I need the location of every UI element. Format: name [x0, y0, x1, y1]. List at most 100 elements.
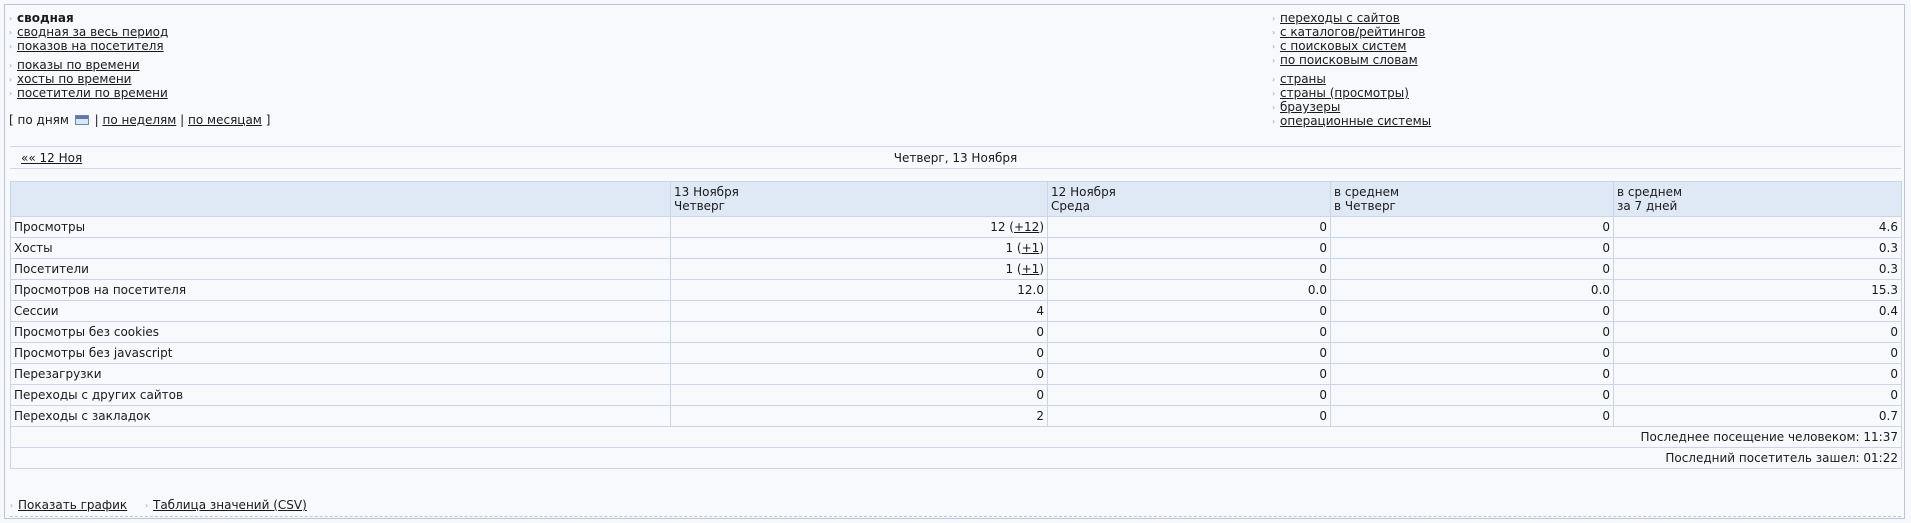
row-label: Хосты: [10, 237, 671, 259]
cell-value: 0: [1036, 367, 1044, 381]
column-header-line1: 13 Ноября: [674, 185, 739, 199]
menu-item-os[interactable]: › операционные системы: [1272, 114, 1431, 128]
cell-c3: 0: [1330, 384, 1614, 406]
table-row: Просмотров на посетителя 12.0 0.0 0.0 15.3: [10, 279, 1902, 301]
cell-today: 1 (+1): [670, 237, 1048, 259]
arrow-icon: ›: [9, 61, 13, 70]
cell-c3: 0: [1330, 405, 1614, 427]
cell-today: 2: [670, 405, 1048, 427]
date-nav: Четверг, 13 Ноября «« 12 Ноя: [10, 148, 1901, 168]
arrow-icon: ›: [9, 28, 13, 37]
arrow-icon: ›: [1272, 75, 1276, 84]
cell-c4: 4.6: [1613, 216, 1902, 238]
cell-c3: 0.0: [1330, 279, 1614, 301]
show-chart-link[interactable]: Показать график: [18, 498, 127, 512]
divider: [10, 168, 1901, 169]
cell-c3: 0: [1330, 300, 1614, 322]
arrow-icon: ›: [145, 501, 149, 510]
row-label: Посетители: [10, 258, 671, 280]
row-label: Переходы с закладок: [10, 405, 671, 427]
cell-value: 1: [1005, 241, 1014, 255]
cell-value: 0: [1036, 325, 1044, 339]
calendar-icon[interactable]: [74, 115, 89, 125]
arrow-icon: ›: [1272, 28, 1276, 37]
stats-table: 13 Ноября Четверг 12 Ноября Среда в среднем в…: [10, 181, 1902, 469]
menu-item-search-words[interactable]: › по поисковым словам: [1272, 53, 1431, 67]
arrow-icon: ›: [9, 75, 13, 84]
cell-c4: 0.3: [1613, 258, 1902, 280]
divider: [10, 146, 1901, 147]
menu-item-visitors-by-time[interactable]: › посетители по времени: [9, 86, 168, 100]
menu-item-summary[interactable]: › сводная: [9, 11, 168, 25]
dashed-divider: [10, 516, 1901, 517]
cell-c2: 0: [1047, 321, 1331, 343]
cell-c4: 0: [1613, 363, 1902, 385]
row-label: Просмотры без javascript: [10, 342, 671, 364]
csv-table-link[interactable]: Таблица значений (CSV): [153, 498, 307, 512]
cell-today: 4: [670, 300, 1048, 322]
cell-c2: 0: [1047, 237, 1331, 259]
cell-c2: 0: [1047, 342, 1331, 364]
cell-today: 12.0: [670, 279, 1048, 301]
row-label: Просмотры без cookies: [10, 321, 671, 343]
menu-item-search-engines[interactable]: › с поисковых систем: [1272, 39, 1431, 53]
column-header-line1: в среднем: [1334, 185, 1400, 199]
prev-day-link[interactable]: «« 12 Ноя: [21, 148, 82, 168]
cell-c3: 0: [1330, 237, 1614, 259]
column-header-line1: в среднем: [1617, 185, 1683, 199]
cell-c3: 0: [1330, 321, 1614, 343]
table-row: Хосты 1 (+1) 0 0 0.3: [10, 237, 1902, 259]
column-header-1: 13 Ноября Четверг: [670, 181, 1048, 217]
date-title: Четверг, 13 Ноября: [893, 151, 1018, 165]
column-header-line2: Четверг: [674, 199, 725, 213]
menu-item-summary-all[interactable]: › сводная за весь период: [9, 25, 168, 39]
menu-item-views-per-visitor[interactable]: › показов на посетителя: [9, 39, 168, 53]
bottom-links: › Показать график › Таблица значений (CSV): [10, 498, 321, 512]
cell-c4: 15.3: [1613, 279, 1902, 301]
period-by-weeks-link[interactable]: по неделям: [102, 113, 176, 127]
cell-c2: 0: [1047, 216, 1331, 238]
cell-value: 12: [990, 220, 1006, 234]
cell-c2: 0: [1047, 300, 1331, 322]
row-label: Просмотры: [10, 216, 671, 238]
cell-today: 0: [670, 363, 1048, 385]
table-row: Перезагрузки 0 0 0 0: [10, 363, 1902, 385]
arrow-icon: ›: [1272, 117, 1276, 126]
cell-c4: 0.4: [1613, 300, 1902, 322]
cell-c3: 0: [1330, 363, 1614, 385]
cell-today: 12 (+12): [670, 216, 1048, 238]
cell-c3: 0: [1330, 342, 1614, 364]
column-header-2: 12 Ноября Среда: [1047, 181, 1331, 217]
cell-value: 1: [1005, 262, 1014, 276]
cell-c2: 0.0: [1047, 279, 1331, 301]
arrow-icon: ›: [9, 89, 13, 98]
menu-item-referrers-sites[interactable]: › переходы с сайтов: [1272, 11, 1431, 25]
table-row: Просмотры без javascript 0 0 0 0: [10, 342, 1902, 364]
menu-item-countries-views[interactable]: › страны (просмотры): [1272, 86, 1431, 100]
report-menu-left: › сводная › сводная за весь период › показо…: [9, 11, 168, 100]
cell-today: 1 (+1): [670, 258, 1048, 280]
delta-link[interactable]: +12: [1014, 220, 1039, 234]
cell-c4: 0: [1613, 384, 1902, 406]
period-by-months-link[interactable]: по месяцам: [188, 113, 262, 127]
cell-value: 2: [1036, 409, 1044, 423]
cell-c2: 0: [1047, 384, 1331, 406]
row-label: Переходы с других сайтов: [10, 384, 671, 406]
column-header-3: в среднем в Четверг: [1330, 181, 1614, 217]
delta-link[interactable]: +1: [1022, 241, 1040, 255]
menu-item-hosts-by-time[interactable]: › хосты по времени: [9, 72, 168, 86]
row-label: Просмотров на посетителя: [10, 279, 671, 301]
csv-table-item[interactable]: › Таблица значений (CSV): [145, 498, 307, 512]
column-header-line2: Среда: [1051, 199, 1091, 213]
show-chart-item[interactable]: › Показать график: [10, 498, 127, 512]
column-header-line1: 12 Ноября: [1051, 185, 1116, 199]
cell-today: 0: [670, 321, 1048, 343]
table-row: Переходы с закладок 2 0 0 0.7: [10, 405, 1902, 427]
arrow-icon: ›: [1272, 42, 1276, 51]
delta-link[interactable]: +1: [1022, 262, 1040, 276]
menu-item-countries[interactable]: › страны: [1272, 72, 1431, 86]
menu-item-views-by-time[interactable]: › показы по времени: [9, 58, 168, 72]
menu-item-referrers-catalogs[interactable]: › с каталогов/рейтингов: [1272, 25, 1431, 39]
menu-item-browsers[interactable]: › браузеры: [1272, 100, 1431, 114]
arrow-icon: ›: [1272, 14, 1276, 23]
